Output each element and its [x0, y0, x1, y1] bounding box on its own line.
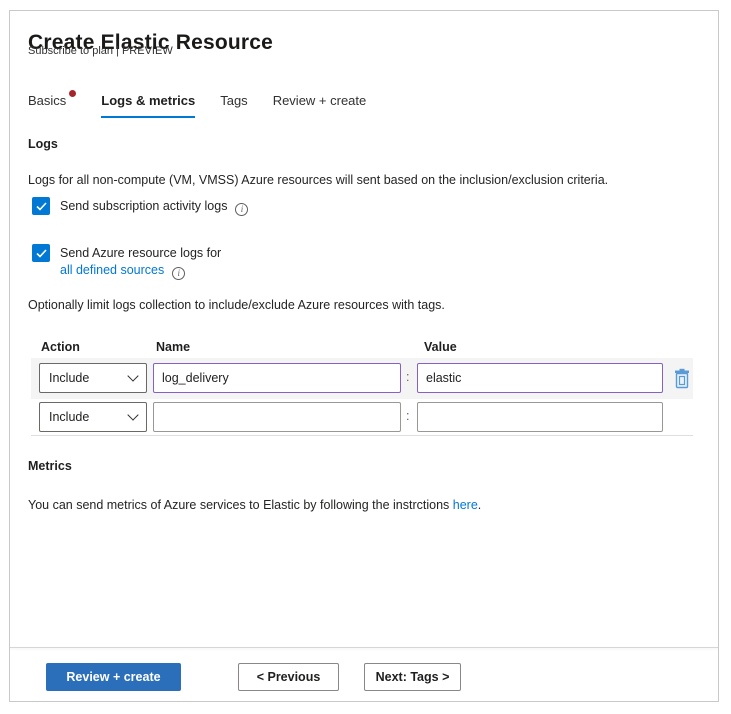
review-create-button[interactable]: Review + create — [46, 663, 181, 691]
previous-button[interactable]: < Previous — [238, 663, 339, 691]
tags-hint-text: Optionally limit logs collection to incl… — [28, 298, 445, 312]
wizard-tabs: Basics Logs & metrics Tags Review + crea… — [28, 93, 366, 118]
tab-review-create-label: Review + create — [273, 93, 367, 108]
tag-name-input[interactable] — [153, 402, 401, 432]
table-bottom-divider — [31, 435, 693, 436]
tag-name-input[interactable] — [153, 363, 401, 393]
metrics-section-heading: Metrics — [28, 459, 72, 473]
name-value-separator: : — [406, 370, 409, 384]
resource-logs-label: Send Azure resource logs for all defined… — [60, 244, 221, 280]
here-link[interactable]: here — [453, 498, 478, 512]
action-dropdown[interactable]: Include — [39, 402, 147, 432]
tab-basics[interactable]: Basics — [28, 93, 76, 118]
metrics-description-period: . — [478, 498, 481, 512]
logs-section-heading: Logs — [28, 137, 58, 151]
resource-logs-checkbox-row: Send Azure resource logs for all defined… — [32, 244, 221, 280]
resource-logs-checkbox[interactable] — [32, 244, 50, 262]
metrics-description: You can send metrics of Azure services t… — [28, 498, 481, 512]
action-dropdown[interactable]: Include — [39, 363, 147, 393]
next-tags-button[interactable]: Next: Tags > — [364, 663, 461, 691]
chevron-down-icon — [127, 409, 138, 420]
tab-logs-metrics-label: Logs & metrics — [101, 93, 195, 108]
tab-review-create[interactable]: Review + create — [273, 93, 367, 118]
trash-icon — [673, 368, 691, 390]
activity-logs-checkbox[interactable] — [32, 197, 50, 215]
resource-logs-label-text: Send Azure resource logs for — [60, 246, 221, 260]
footer-divider — [10, 647, 718, 648]
checkmark-icon — [36, 202, 47, 211]
action-dropdown-value: Include — [49, 410, 89, 424]
tab-tags-label: Tags — [220, 93, 247, 108]
tab-tags[interactable]: Tags — [220, 93, 247, 118]
delete-row-button[interactable] — [670, 366, 694, 392]
error-dot-icon — [69, 90, 76, 97]
activity-logs-label: Send subscription activity logs i — [60, 197, 248, 216]
info-icon[interactable]: i — [235, 203, 248, 216]
activity-logs-checkbox-row: Send subscription activity logs i — [32, 197, 248, 216]
column-header-value: Value — [424, 340, 457, 354]
name-value-separator: : — [406, 409, 409, 423]
column-header-name: Name — [156, 340, 190, 354]
column-header-action: Action — [41, 340, 80, 354]
tab-basics-label: Basics — [28, 93, 66, 108]
all-defined-sources-link[interactable]: all defined sources — [60, 263, 164, 277]
create-resource-panel: Create Elastic Resource Subscribe to pla… — [9, 10, 719, 702]
checkmark-icon — [36, 249, 47, 258]
page-subtitle: Subscribe to plan | PREVIEW — [28, 45, 173, 57]
tag-value-input[interactable] — [417, 363, 663, 393]
action-dropdown-value: Include — [49, 371, 89, 385]
info-icon[interactable]: i — [172, 267, 185, 280]
metrics-description-text: You can send metrics of Azure services t… — [28, 498, 453, 512]
tab-logs-metrics[interactable]: Logs & metrics — [101, 93, 195, 118]
activity-logs-label-text: Send subscription activity logs — [60, 199, 227, 213]
tag-value-input[interactable] — [417, 402, 663, 432]
chevron-down-icon — [127, 370, 138, 381]
logs-description: Logs for all non-compute (VM, VMSS) Azur… — [28, 173, 608, 187]
